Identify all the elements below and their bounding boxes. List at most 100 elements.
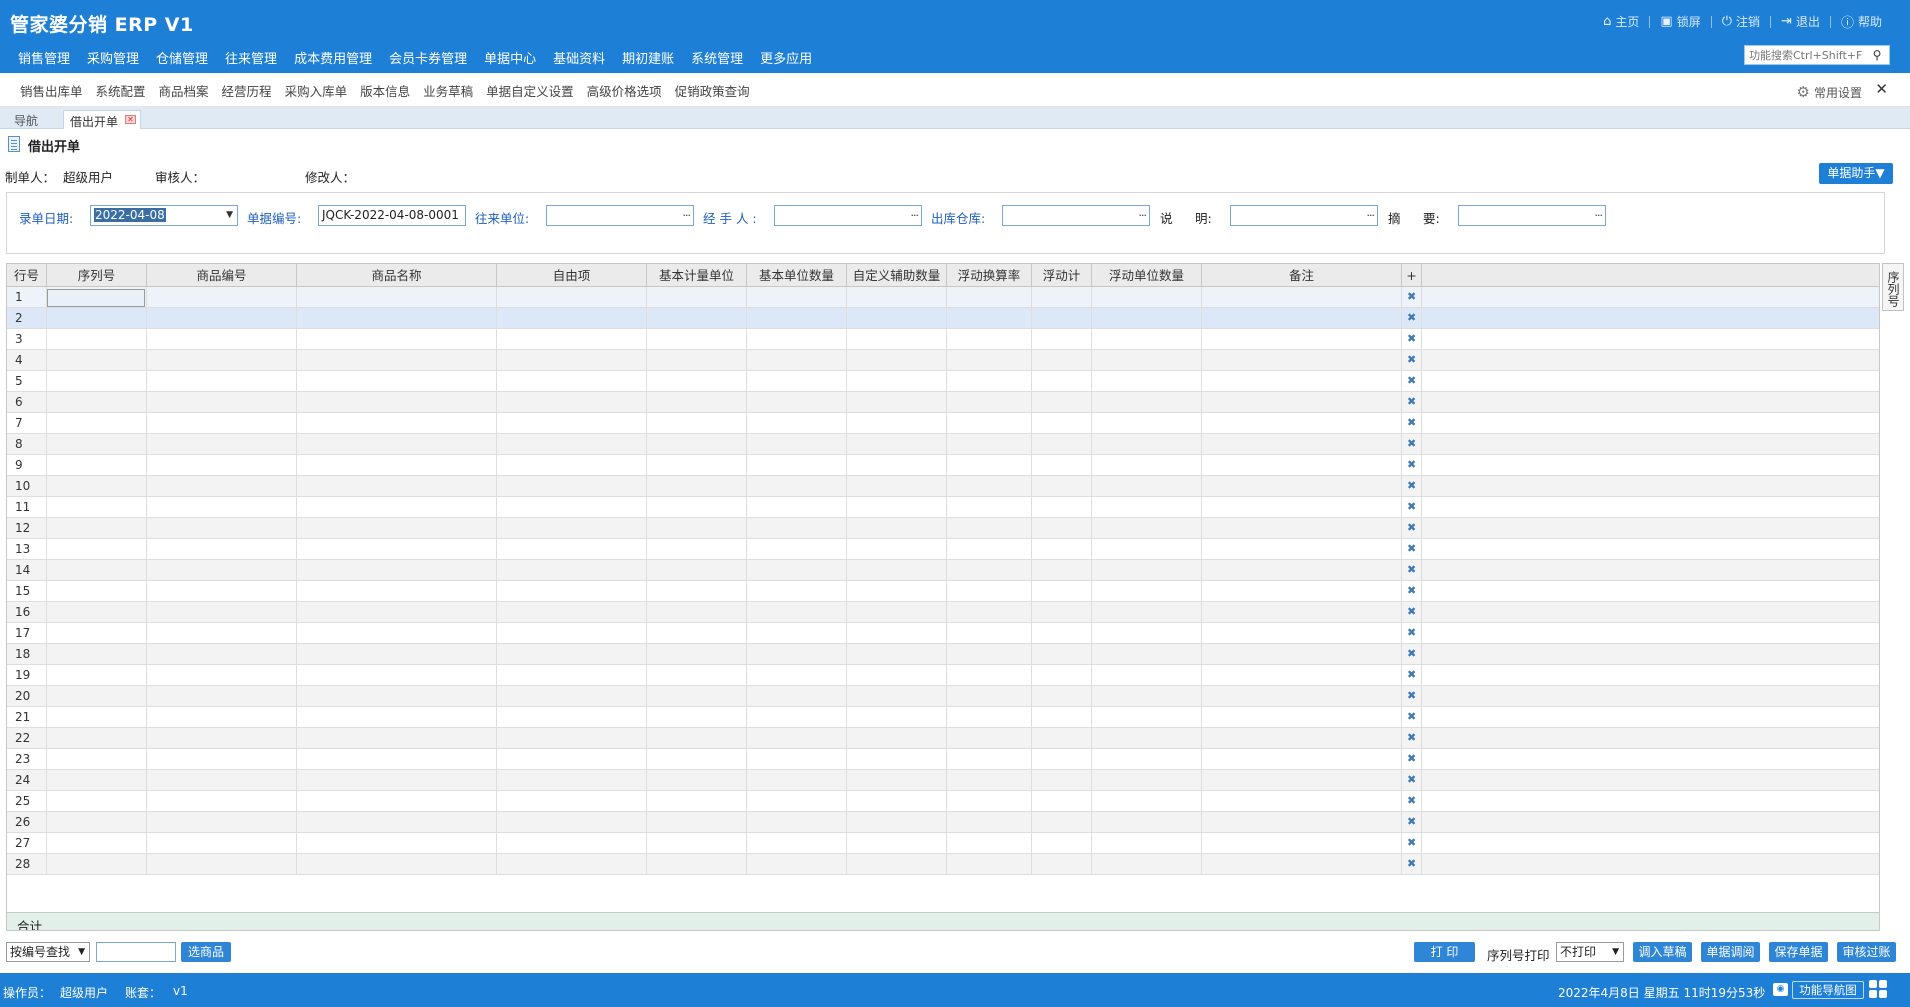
table-cell[interactable] — [947, 287, 1032, 307]
table-cell[interactable] — [47, 728, 147, 748]
table-cell[interactable] — [147, 539, 297, 559]
table-cell[interactable] — [747, 371, 847, 391]
table-cell[interactable] — [147, 833, 297, 853]
table-cell[interactable] — [1202, 833, 1402, 853]
table-cell[interactable] — [1202, 476, 1402, 496]
table-cell[interactable] — [747, 707, 847, 727]
table-cell[interactable] — [497, 371, 647, 391]
table-cell[interactable] — [1032, 560, 1092, 580]
table-cell[interactable] — [1032, 770, 1092, 790]
table-cell[interactable] — [647, 308, 747, 328]
select-goods-button[interactable]: 选商品 — [181, 942, 231, 962]
menu-warehouse[interactable]: 仓储管理 — [156, 48, 208, 67]
table-cell[interactable] — [147, 434, 297, 454]
table-cell[interactable] — [647, 371, 747, 391]
table-cell[interactable] — [747, 623, 847, 643]
table-cell[interactable] — [647, 434, 747, 454]
table-cell[interactable] — [497, 644, 647, 664]
table-cell[interactable] — [947, 833, 1032, 853]
print-button[interactable]: 打 印 — [1414, 942, 1475, 962]
help-link[interactable]: ⓘ 帮助 — [1831, 12, 1892, 31]
table-cell[interactable] — [1032, 329, 1092, 349]
table-cell[interactable] — [1202, 812, 1402, 832]
table-cell[interactable] — [147, 287, 297, 307]
table-cell[interactable] — [847, 602, 947, 622]
quick-link-version-info[interactable]: 版本信息 — [360, 81, 410, 100]
table-cell[interactable] — [1202, 434, 1402, 454]
table-cell[interactable] — [847, 686, 947, 706]
table-cell[interactable] — [647, 707, 747, 727]
table-cell[interactable] — [947, 686, 1032, 706]
table-cell[interactable] — [1202, 728, 1402, 748]
table-cell[interactable] — [47, 518, 147, 538]
close-icon[interactable]: ✕ — [1875, 80, 1888, 98]
table-cell[interactable] — [47, 854, 147, 874]
function-nav-map-button[interactable]: 功能导航图 — [1792, 981, 1864, 999]
table-cell[interactable] — [297, 329, 497, 349]
table-cell[interactable] — [147, 581, 297, 601]
table-cell[interactable] — [747, 644, 847, 664]
table-cell[interactable] — [1032, 287, 1092, 307]
table-cell[interactable] — [847, 791, 947, 811]
table-cell[interactable] — [1092, 665, 1202, 685]
table-row[interactable]: 9 ✖ — [7, 455, 1879, 476]
save-doc-button[interactable]: 保存单据 — [1769, 942, 1828, 962]
menu-membership[interactable]: 会员卡券管理 — [389, 48, 467, 67]
table-cell[interactable] — [147, 644, 297, 664]
table-row[interactable]: 21 ✖ — [7, 707, 1879, 728]
table-cell[interactable] — [1032, 413, 1092, 433]
table-cell[interactable] — [647, 455, 747, 475]
delete-row-icon[interactable]: ✖ — [1407, 668, 1416, 681]
menu-opening[interactable]: 期初建账 — [622, 48, 674, 67]
table-cell[interactable] — [847, 518, 947, 538]
quick-link-drafts[interactable]: 业务草稿 — [423, 81, 473, 100]
browse-icon[interactable]: ··· — [911, 206, 919, 225]
table-cell[interactable] — [497, 560, 647, 580]
table-cell[interactable] — [1092, 392, 1202, 412]
table-cell[interactable] — [297, 707, 497, 727]
table-cell[interactable] — [1032, 602, 1092, 622]
table-cell[interactable] — [147, 413, 297, 433]
table-cell[interactable] — [747, 812, 847, 832]
table-cell[interactable] — [1202, 686, 1402, 706]
table-cell[interactable] — [947, 350, 1032, 370]
table-cell[interactable] — [647, 791, 747, 811]
table-cell[interactable] — [297, 854, 497, 874]
menu-cost[interactable]: 成本费用管理 — [294, 48, 372, 67]
home-link[interactable]: ⌂ 主页 — [1593, 13, 1649, 30]
table-cell[interactable] — [47, 791, 147, 811]
table-cell[interactable] — [847, 329, 947, 349]
table-cell[interactable] — [947, 623, 1032, 643]
delete-row-icon[interactable]: ✖ — [1407, 836, 1416, 849]
table-cell[interactable] — [747, 665, 847, 685]
table-cell[interactable] — [947, 371, 1032, 391]
table-cell[interactable] — [497, 581, 647, 601]
table-cell[interactable] — [47, 833, 147, 853]
table-cell[interactable] — [1092, 644, 1202, 664]
table-cell[interactable] — [47, 581, 147, 601]
table-cell[interactable] — [947, 602, 1032, 622]
table-cell[interactable] — [147, 707, 297, 727]
table-row[interactable]: 10 ✖ — [7, 476, 1879, 497]
table-cell[interactable] — [647, 602, 747, 622]
table-cell[interactable] — [297, 770, 497, 790]
quick-link-system-config[interactable]: 系统配置 — [96, 81, 146, 100]
menu-purchase[interactable]: 采购管理 — [87, 48, 139, 67]
table-cell[interactable] — [497, 539, 647, 559]
table-cell[interactable] — [747, 560, 847, 580]
table-row[interactable]: 11 ✖ — [7, 497, 1879, 518]
table-cell[interactable] — [1092, 350, 1202, 370]
table-cell[interactable] — [497, 686, 647, 706]
table-cell[interactable] — [947, 854, 1032, 874]
delete-row-icon[interactable]: ✖ — [1407, 353, 1416, 366]
table-cell[interactable] — [497, 707, 647, 727]
table-cell[interactable] — [1202, 518, 1402, 538]
table-cell[interactable] — [747, 791, 847, 811]
table-cell[interactable] — [647, 812, 747, 832]
summary-input[interactable]: ··· — [1458, 205, 1606, 226]
table-cell[interactable] — [847, 581, 947, 601]
table-cell[interactable] — [497, 308, 647, 328]
table-row[interactable]: 8 ✖ — [7, 434, 1879, 455]
table-cell[interactable] — [497, 812, 647, 832]
note-input[interactable]: ··· — [1230, 205, 1378, 226]
